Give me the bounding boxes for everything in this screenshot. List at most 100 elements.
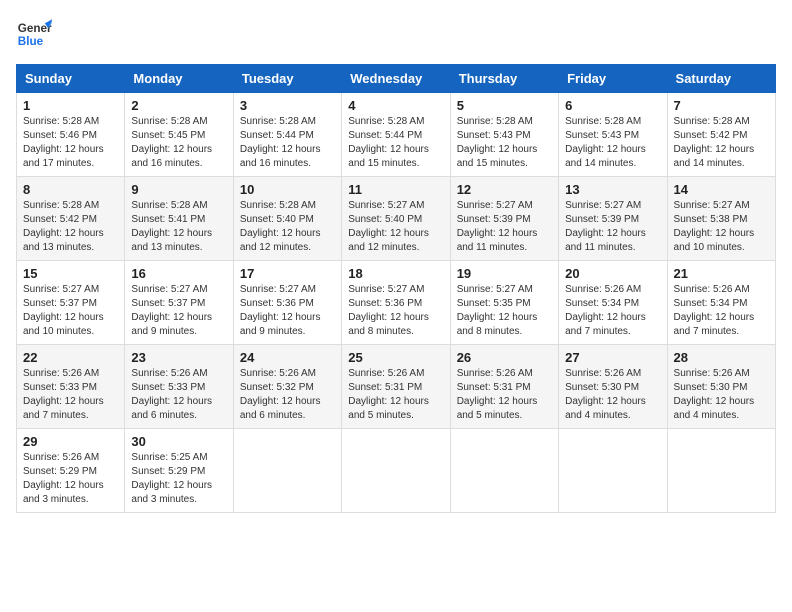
day-number: 13 xyxy=(565,182,660,197)
calendar-cell: 27 Sunrise: 5:26 AMSunset: 5:30 PMDaylig… xyxy=(559,345,667,429)
calendar-cell: 17 Sunrise: 5:27 AMSunset: 5:36 PMDaylig… xyxy=(233,261,341,345)
day-number: 17 xyxy=(240,266,335,281)
calendar-cell: 9 Sunrise: 5:28 AMSunset: 5:41 PMDayligh… xyxy=(125,177,233,261)
day-number: 14 xyxy=(674,182,769,197)
day-number: 11 xyxy=(348,182,443,197)
day-detail: Sunrise: 5:28 AMSunset: 5:46 PMDaylight:… xyxy=(23,116,104,169)
day-detail: Sunrise: 5:26 AMSunset: 5:33 PMDaylight:… xyxy=(23,368,104,421)
weekday-header-wednesday: Wednesday xyxy=(342,65,450,93)
calendar-cell: 7 Sunrise: 5:28 AMSunset: 5:42 PMDayligh… xyxy=(667,93,775,177)
day-number: 30 xyxy=(131,434,226,449)
calendar-cell: 30 Sunrise: 5:25 AMSunset: 5:29 PMDaylig… xyxy=(125,429,233,513)
day-detail: Sunrise: 5:26 AMSunset: 5:30 PMDaylight:… xyxy=(674,368,755,421)
day-number: 18 xyxy=(348,266,443,281)
calendar-cell: 23 Sunrise: 5:26 AMSunset: 5:33 PMDaylig… xyxy=(125,345,233,429)
day-detail: Sunrise: 5:27 AMSunset: 5:37 PMDaylight:… xyxy=(23,284,104,337)
week-row-5: 29 Sunrise: 5:26 AMSunset: 5:29 PMDaylig… xyxy=(17,429,776,513)
day-number: 10 xyxy=(240,182,335,197)
calendar-cell: 25 Sunrise: 5:26 AMSunset: 5:31 PMDaylig… xyxy=(342,345,450,429)
day-detail: Sunrise: 5:27 AMSunset: 5:38 PMDaylight:… xyxy=(674,200,755,253)
day-number: 9 xyxy=(131,182,226,197)
calendar-cell: 8 Sunrise: 5:28 AMSunset: 5:42 PMDayligh… xyxy=(17,177,125,261)
weekday-header-saturday: Saturday xyxy=(667,65,775,93)
day-number: 1 xyxy=(23,98,118,113)
calendar-cell: 6 Sunrise: 5:28 AMSunset: 5:43 PMDayligh… xyxy=(559,93,667,177)
day-number: 28 xyxy=(674,350,769,365)
calendar-cell: 14 Sunrise: 5:27 AMSunset: 5:38 PMDaylig… xyxy=(667,177,775,261)
day-number: 6 xyxy=(565,98,660,113)
day-number: 8 xyxy=(23,182,118,197)
logo-icon: General Blue xyxy=(16,16,52,52)
calendar-cell: 2 Sunrise: 5:28 AMSunset: 5:45 PMDayligh… xyxy=(125,93,233,177)
weekday-header-thursday: Thursday xyxy=(450,65,558,93)
day-number: 19 xyxy=(457,266,552,281)
calendar-cell: 18 Sunrise: 5:27 AMSunset: 5:36 PMDaylig… xyxy=(342,261,450,345)
calendar-cell: 13 Sunrise: 5:27 AMSunset: 5:39 PMDaylig… xyxy=(559,177,667,261)
day-detail: Sunrise: 5:27 AMSunset: 5:36 PMDaylight:… xyxy=(240,284,321,337)
day-detail: Sunrise: 5:27 AMSunset: 5:36 PMDaylight:… xyxy=(348,284,429,337)
day-number: 25 xyxy=(348,350,443,365)
calendar-cell: 15 Sunrise: 5:27 AMSunset: 5:37 PMDaylig… xyxy=(17,261,125,345)
week-row-3: 15 Sunrise: 5:27 AMSunset: 5:37 PMDaylig… xyxy=(17,261,776,345)
svg-text:Blue: Blue xyxy=(18,35,44,48)
day-number: 7 xyxy=(674,98,769,113)
calendar-cell: 20 Sunrise: 5:26 AMSunset: 5:34 PMDaylig… xyxy=(559,261,667,345)
day-number: 23 xyxy=(131,350,226,365)
day-detail: Sunrise: 5:26 AMSunset: 5:34 PMDaylight:… xyxy=(674,284,755,337)
day-detail: Sunrise: 5:28 AMSunset: 5:44 PMDaylight:… xyxy=(348,116,429,169)
calendar-cell xyxy=(667,429,775,513)
calendar-cell: 21 Sunrise: 5:26 AMSunset: 5:34 PMDaylig… xyxy=(667,261,775,345)
calendar-cell: 22 Sunrise: 5:26 AMSunset: 5:33 PMDaylig… xyxy=(17,345,125,429)
calendar-cell: 11 Sunrise: 5:27 AMSunset: 5:40 PMDaylig… xyxy=(342,177,450,261)
day-detail: Sunrise: 5:26 AMSunset: 5:31 PMDaylight:… xyxy=(457,368,538,421)
calendar-cell: 1 Sunrise: 5:28 AMSunset: 5:46 PMDayligh… xyxy=(17,93,125,177)
day-number: 12 xyxy=(457,182,552,197)
calendar-cell: 19 Sunrise: 5:27 AMSunset: 5:35 PMDaylig… xyxy=(450,261,558,345)
day-number: 26 xyxy=(457,350,552,365)
day-detail: Sunrise: 5:28 AMSunset: 5:45 PMDaylight:… xyxy=(131,116,212,169)
day-number: 5 xyxy=(457,98,552,113)
calendar-cell xyxy=(233,429,341,513)
day-detail: Sunrise: 5:26 AMSunset: 5:30 PMDaylight:… xyxy=(565,368,646,421)
calendar-cell: 28 Sunrise: 5:26 AMSunset: 5:30 PMDaylig… xyxy=(667,345,775,429)
day-detail: Sunrise: 5:28 AMSunset: 5:42 PMDaylight:… xyxy=(23,200,104,253)
calendar-cell xyxy=(450,429,558,513)
weekday-header-row: SundayMondayTuesdayWednesdayThursdayFrid… xyxy=(17,65,776,93)
week-row-1: 1 Sunrise: 5:28 AMSunset: 5:46 PMDayligh… xyxy=(17,93,776,177)
calendar-cell xyxy=(342,429,450,513)
day-detail: Sunrise: 5:28 AMSunset: 5:42 PMDaylight:… xyxy=(674,116,755,169)
day-detail: Sunrise: 5:28 AMSunset: 5:40 PMDaylight:… xyxy=(240,200,321,253)
calendar-cell: 10 Sunrise: 5:28 AMSunset: 5:40 PMDaylig… xyxy=(233,177,341,261)
day-detail: Sunrise: 5:27 AMSunset: 5:39 PMDaylight:… xyxy=(457,200,538,253)
day-number: 24 xyxy=(240,350,335,365)
logo: General Blue xyxy=(16,16,52,52)
day-detail: Sunrise: 5:26 AMSunset: 5:29 PMDaylight:… xyxy=(23,452,104,505)
calendar-cell: 12 Sunrise: 5:27 AMSunset: 5:39 PMDaylig… xyxy=(450,177,558,261)
day-number: 16 xyxy=(131,266,226,281)
day-number: 21 xyxy=(674,266,769,281)
day-detail: Sunrise: 5:25 AMSunset: 5:29 PMDaylight:… xyxy=(131,452,212,505)
day-number: 2 xyxy=(131,98,226,113)
day-number: 4 xyxy=(348,98,443,113)
day-detail: Sunrise: 5:28 AMSunset: 5:43 PMDaylight:… xyxy=(565,116,646,169)
calendar-table: SundayMondayTuesdayWednesdayThursdayFrid… xyxy=(16,64,776,513)
day-detail: Sunrise: 5:28 AMSunset: 5:43 PMDaylight:… xyxy=(457,116,538,169)
day-detail: Sunrise: 5:26 AMSunset: 5:31 PMDaylight:… xyxy=(348,368,429,421)
calendar-cell xyxy=(559,429,667,513)
weekday-header-friday: Friday xyxy=(559,65,667,93)
day-detail: Sunrise: 5:26 AMSunset: 5:32 PMDaylight:… xyxy=(240,368,321,421)
day-number: 22 xyxy=(23,350,118,365)
day-number: 27 xyxy=(565,350,660,365)
day-detail: Sunrise: 5:26 AMSunset: 5:33 PMDaylight:… xyxy=(131,368,212,421)
calendar-cell: 26 Sunrise: 5:26 AMSunset: 5:31 PMDaylig… xyxy=(450,345,558,429)
calendar-cell: 16 Sunrise: 5:27 AMSunset: 5:37 PMDaylig… xyxy=(125,261,233,345)
day-detail: Sunrise: 5:28 AMSunset: 5:44 PMDaylight:… xyxy=(240,116,321,169)
calendar-cell: 29 Sunrise: 5:26 AMSunset: 5:29 PMDaylig… xyxy=(17,429,125,513)
day-number: 3 xyxy=(240,98,335,113)
calendar-cell: 3 Sunrise: 5:28 AMSunset: 5:44 PMDayligh… xyxy=(233,93,341,177)
day-number: 29 xyxy=(23,434,118,449)
calendar-cell: 24 Sunrise: 5:26 AMSunset: 5:32 PMDaylig… xyxy=(233,345,341,429)
day-number: 15 xyxy=(23,266,118,281)
day-detail: Sunrise: 5:26 AMSunset: 5:34 PMDaylight:… xyxy=(565,284,646,337)
weekday-header-tuesday: Tuesday xyxy=(233,65,341,93)
